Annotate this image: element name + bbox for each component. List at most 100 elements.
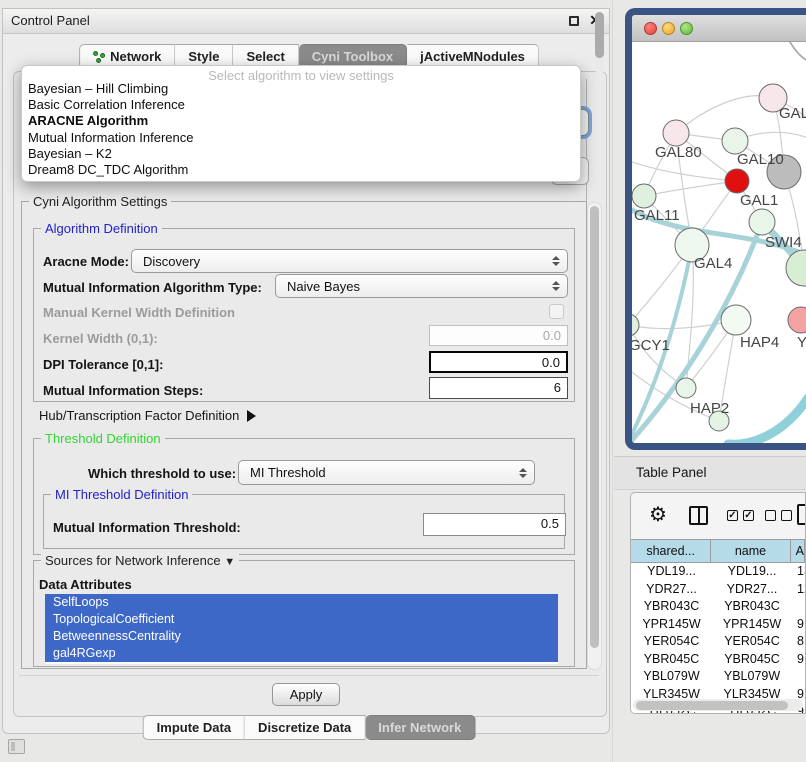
table-row[interactable]: YER054CYER054C8. [631,633,805,651]
table-cell [792,668,805,686]
combo-spinner-icon [552,256,560,266]
table-column-header[interactable]: A [791,540,805,562]
table-cell: 9. [792,651,805,669]
aracne-mode-combobox[interactable]: Discovery [131,249,568,273]
attribute-item[interactable]: BetweennessCentrality [45,628,558,645]
mi-algorithm-type-combobox[interactable]: Naive Bayes [275,274,568,298]
attribute-item[interactable]: TopologicalCoefficient [45,611,558,628]
network-node-gal11[interactable] [632,184,656,208]
table-row[interactable]: YPR145WYPR145W9. [631,616,805,634]
table-column-header[interactable]: name [711,540,790,562]
data-attributes-label: Data Attributes [39,577,132,592]
table-cell: 12 [792,581,805,599]
apply-button[interactable]: Apply [272,683,340,706]
table-row[interactable]: YDL19...YDL19...13 [631,563,805,581]
table-row[interactable]: YBL079WYBL079W [631,668,805,686]
network-edge [644,181,737,196]
network-node-hap4[interactable] [721,305,751,335]
network-graph: GALGAL80GAL10GAL1GAL11SWI4GAL4GCY1HAP4YH… [632,42,806,443]
select-all-checkbox-icon[interactable]: ✓ [727,510,738,521]
tab-impute-data[interactable]: Impute Data [143,715,245,740]
network-node-swi4[interactable] [749,209,775,235]
table-cell: 13 [792,563,805,581]
network-node-y[interactable] [788,307,806,333]
combo-spinner-icon [519,468,527,478]
attribute-item[interactable]: SelfLoops [45,594,558,611]
tab-label: Impute Data [157,720,231,735]
data-attributes-list[interactable]: SelfLoopsTopologicalCoefficientBetweenne… [45,594,558,664]
algorithm-option[interactable]: Bayesian – K2 [22,146,580,162]
table-cell: YPR145W [631,616,712,634]
algorithm-option[interactable]: Bayesian – Hill Climbing [22,81,580,97]
table-cell: YBL079W [712,668,792,686]
table-cell [792,598,805,616]
table-toolbar: ⚙ ✓ ✓ [631,493,805,539]
mi-threshold-input[interactable]: 0.5 [423,513,566,536]
table-cell: YBR043C [712,598,792,616]
collapse-arrow-icon: ▼ [224,556,235,568]
sources-group-title[interactable]: Sources for Network Inference ▼ [41,553,239,568]
clear-checkbox-icon[interactable] [781,510,792,521]
network-node-hap2[interactable] [676,378,696,398]
hub-definition-expander[interactable]: Hub/Transcription Factor Definition [39,408,256,423]
table-cell: YBR045C [631,651,712,669]
control-panel-titlebar: Control Panel ✕ [3,9,609,34]
network-edge [632,162,737,181]
aracne-mode-value: Discovery [143,254,200,269]
control-panel-window: Control Panel ✕ NetworkStyleSelectCyni T… [2,8,610,734]
table-horizontal-scrollbar[interactable] [633,699,803,711]
network-view-window[interactable]: GALGAL80GAL10GAL1GAL11SWI4GAL4GCY1HAP4YH… [625,8,806,450]
attributes-scrollbar[interactable] [595,12,604,74]
table-panel-bar: Table Panel [614,456,806,490]
select-all-checkbox-icon[interactable]: ✓ [743,510,754,521]
table-cell: YBR043C [631,598,712,616]
algorithm-option[interactable]: Mutual Information Inference [22,130,580,146]
network-node-gal80[interactable] [663,120,689,146]
table-row[interactable]: YBR043CYBR043C [631,598,805,616]
table-column-header[interactable]: shared... [631,540,711,562]
network-canvas[interactable]: GALGAL80GAL10GAL1GAL11SWI4GAL4GCY1HAP4YH… [632,42,806,443]
kernel-width-input[interactable]: 0.0 [429,325,568,346]
split-columns-icon[interactable] [689,506,708,525]
tab-label: Style [188,49,219,64]
network-node-label: GAL80 [655,144,702,161]
docked-panel-icon[interactable] [8,739,25,754]
combo-spinner-icon [552,281,560,291]
tab-infer-network[interactable]: Infer Network [365,715,475,740]
algorithm-option[interactable]: Dream8 DC_TDC Algorithm [22,162,580,178]
close-button[interactable] [644,22,657,35]
clear-checkbox-icon[interactable] [765,510,776,521]
table-row[interactable]: YDR27...YDR27...12 [631,581,805,599]
document-icon[interactable] [797,504,806,525]
algorithm-option[interactable]: ARACNE Algorithm [22,113,580,129]
tab-discretize-data[interactable]: Discretize Data [245,715,365,740]
network-node-label: Y [797,334,806,351]
network-node-label: GAL11 [634,207,680,224]
manual-kernel-width-checkbox[interactable] [549,304,564,319]
table-cell: YDR27... [631,581,712,599]
dpi-tolerance-input[interactable]: 0.0 [429,351,568,373]
mi-algorithm-type-label: Mutual Information Algorithm Type: [43,280,262,295]
panel-divider[interactable] [612,0,613,762]
which-threshold-value: MI Threshold [250,465,326,480]
cyni-algorithm-settings-title: Cyni Algorithm Settings [29,194,171,209]
expand-arrow-icon [247,410,256,422]
settings-scrollbar[interactable] [587,202,602,670]
attribute-item[interactable]: gal4RGexp [45,645,558,662]
algorithm-option[interactable]: Basic Correlation Inference [22,97,580,113]
mi-steps-input[interactable]: 6 [429,377,568,399]
table-row[interactable]: YBR045CYBR045C9. [631,651,805,669]
network-node-label: SWI4 [765,234,802,251]
manual-kernel-width-label: Manual Kernel Width Definition [43,305,235,320]
settings-gear-icon[interactable]: ⚙ [649,502,667,527]
which-threshold-combobox[interactable]: MI Threshold [238,460,535,485]
float-window-icon[interactable] [569,16,579,26]
network-node-gal1[interactable] [725,169,749,193]
network-node-gcy1[interactable] [632,314,639,336]
network-edge [676,96,773,133]
minimize-button[interactable] [662,22,675,35]
table-cell: YER054C [712,633,792,651]
zoom-button[interactable] [680,22,693,35]
mi-threshold-label: Mutual Information Threshold: [53,520,241,535]
tab-label: Cyni Toolbox [312,49,393,64]
